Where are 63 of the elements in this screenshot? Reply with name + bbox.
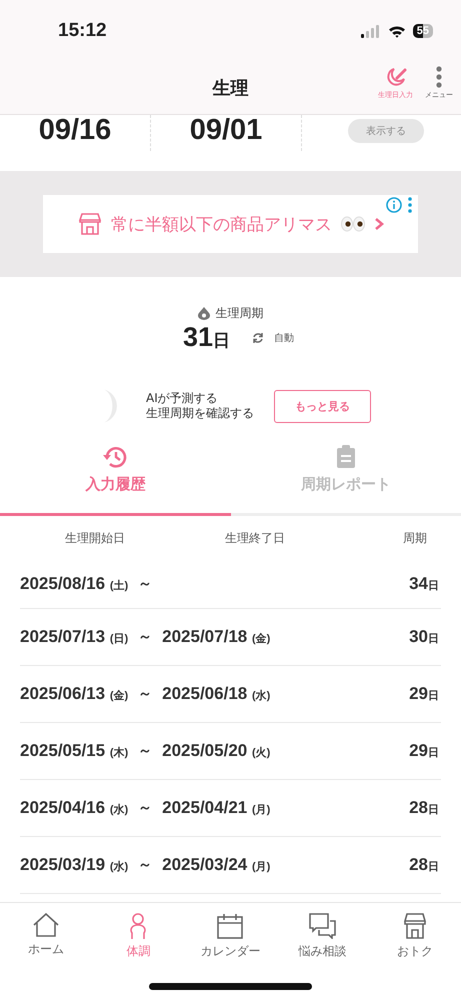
tab[interactable]: 入力履歴 [0,445,230,516]
more-icon [408,197,412,213]
nav-item[interactable]: 体調 [98,913,178,973]
history-icon [102,445,128,469]
start-date: 2025/07/13 (日) [20,627,128,647]
clock-time: 15:12 [58,20,107,42]
menu-icon [436,66,442,88]
person-icon [128,913,148,939]
chat-icon [308,913,337,939]
moon-pencil-icon [384,66,406,88]
wifi-icon [388,24,406,38]
cycle-days: 34日 [409,574,439,594]
home-icon [33,913,60,937]
calendar-icon [217,913,244,939]
cycle-length: 31日 [182,322,230,353]
chevron-right-icon [374,217,384,231]
date-value: 09/01 [151,115,302,151]
battery-level: 55 [412,24,433,38]
date-value: 09/16 [0,115,151,151]
range-separator: ～ [138,628,152,646]
cycle-label: 生理周期 [216,305,264,322]
ai-prompt-text: AIが予測する 生理周期を確認する [146,391,254,421]
info-icon [386,197,402,213]
end-date: 2025/04/21 (月) [162,798,270,818]
range-separator: ～ [138,856,152,874]
end-date: 2025/05/20 (火) [162,741,270,761]
auto-mode-label: 自動 [274,332,294,344]
shop-icon [402,913,427,939]
start-date: 2025/08/16 (土) [20,574,128,594]
nav-item[interactable]: カレンダー [190,913,270,973]
see-more-button[interactable]: もっと見る [274,390,371,422]
column-header: 生理開始日 [64,530,126,546]
signal-icon [360,24,381,38]
range-separator: ～ [138,685,152,703]
end-date: 2025/03/24 (月) [162,855,270,875]
start-date: 2025/05/15 (木) [20,741,128,761]
cycle-days: 28日 [409,855,439,875]
cycle-days: 28日 [409,798,439,818]
drop-icon [198,307,210,320]
end-date: 2025/07/18 (金) [162,627,270,647]
column-header: 生理終了日 [224,530,286,546]
tab[interactable]: 周期レポート [230,445,461,516]
ad-text: 常に半額以下の商品アリマス [111,214,332,236]
start-date: 2025/03/19 (水) [20,855,128,875]
range-separator: ～ [138,742,152,760]
cycle-days: 29日 [409,741,439,761]
page-title: 生理 [212,77,248,100]
column-header: 周期 [402,530,428,546]
range-separator: ～ [138,575,152,593]
end-date: 2025/06/18 (水) [162,684,270,704]
start-date: 2025/04/16 (水) [20,798,128,818]
nav-item[interactable]: ホーム [6,913,86,973]
cycle-days: 29日 [409,684,439,704]
nav-item[interactable]: おトク [374,913,455,973]
ad-banner[interactable]: 常に半額以下の商品アリマス [43,195,418,253]
clipboard-icon [336,445,356,469]
nav-item[interactable]: 悩み相談 [282,913,363,973]
start-date: 2025/06/13 (金) [20,684,128,704]
eyes-icon [340,216,366,232]
shop-icon [77,211,103,237]
cycle-days: 30日 [409,627,439,647]
refresh-icon [252,332,264,344]
range-separator: ～ [138,799,152,817]
